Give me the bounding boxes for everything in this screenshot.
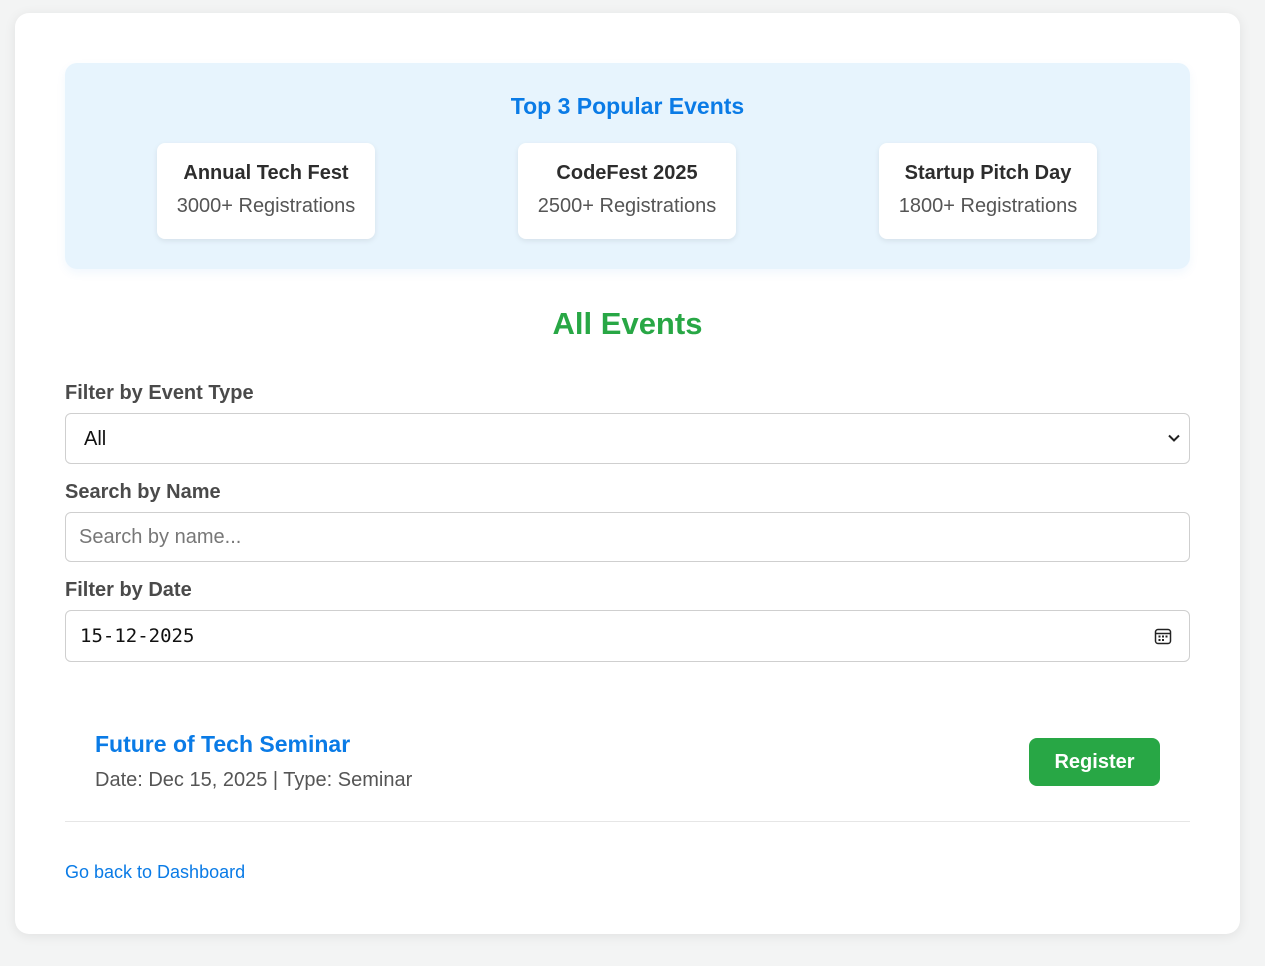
event-type-value: All [84, 428, 107, 450]
popular-event-name: CodeFest 2025 [556, 162, 698, 184]
date-value: 15-12-2025 [80, 625, 195, 647]
register-button[interactable]: Register [1029, 738, 1160, 786]
event-title[interactable]: Future of Tech Seminar [95, 731, 350, 758]
popular-event-registrations: 2500+ Registrations [537, 195, 717, 217]
date-input[interactable]: 15-12-2025 [65, 610, 1190, 662]
date-label: Filter by Date [65, 579, 192, 601]
popular-events-panel: Top 3 Popular Events Annual Tech Fest 30… [65, 63, 1190, 269]
events-card: Top 3 Popular Events Annual Tech Fest 30… [15, 13, 1240, 934]
popular-event-card: CodeFest 2025 2500+ Registrations [518, 143, 736, 239]
popular-event-card: Annual Tech Fest 3000+ Registrations [157, 143, 375, 239]
search-placeholder: Search by name... [79, 526, 242, 548]
popular-event-registrations: 1800+ Registrations [898, 195, 1078, 217]
popular-event-name: Annual Tech Fest [183, 162, 349, 184]
popular-event-registrations: 3000+ Registrations [176, 195, 356, 217]
event-meta: Date: Dec 15, 2025 | Type: Seminar [95, 769, 413, 791]
divider [65, 821, 1190, 822]
search-input[interactable]: Search by name... [65, 512, 1190, 562]
all-events-title: All Events [552, 306, 703, 341]
popular-event-card: Startup Pitch Day 1800+ Registrations [879, 143, 1097, 239]
back-to-dashboard-link[interactable]: Go back to Dashboard [65, 862, 245, 883]
popular-events-title: Top 3 Popular Events [510, 93, 745, 119]
event-type-label: Filter by Event Type [65, 382, 254, 404]
popular-event-name: Startup Pitch Day [904, 162, 1072, 184]
chevron-down-icon [1168, 434, 1180, 442]
calendar-icon[interactable] [1154, 627, 1172, 645]
event-type-select[interactable]: All [65, 413, 1190, 464]
search-label: Search by Name [65, 481, 221, 503]
